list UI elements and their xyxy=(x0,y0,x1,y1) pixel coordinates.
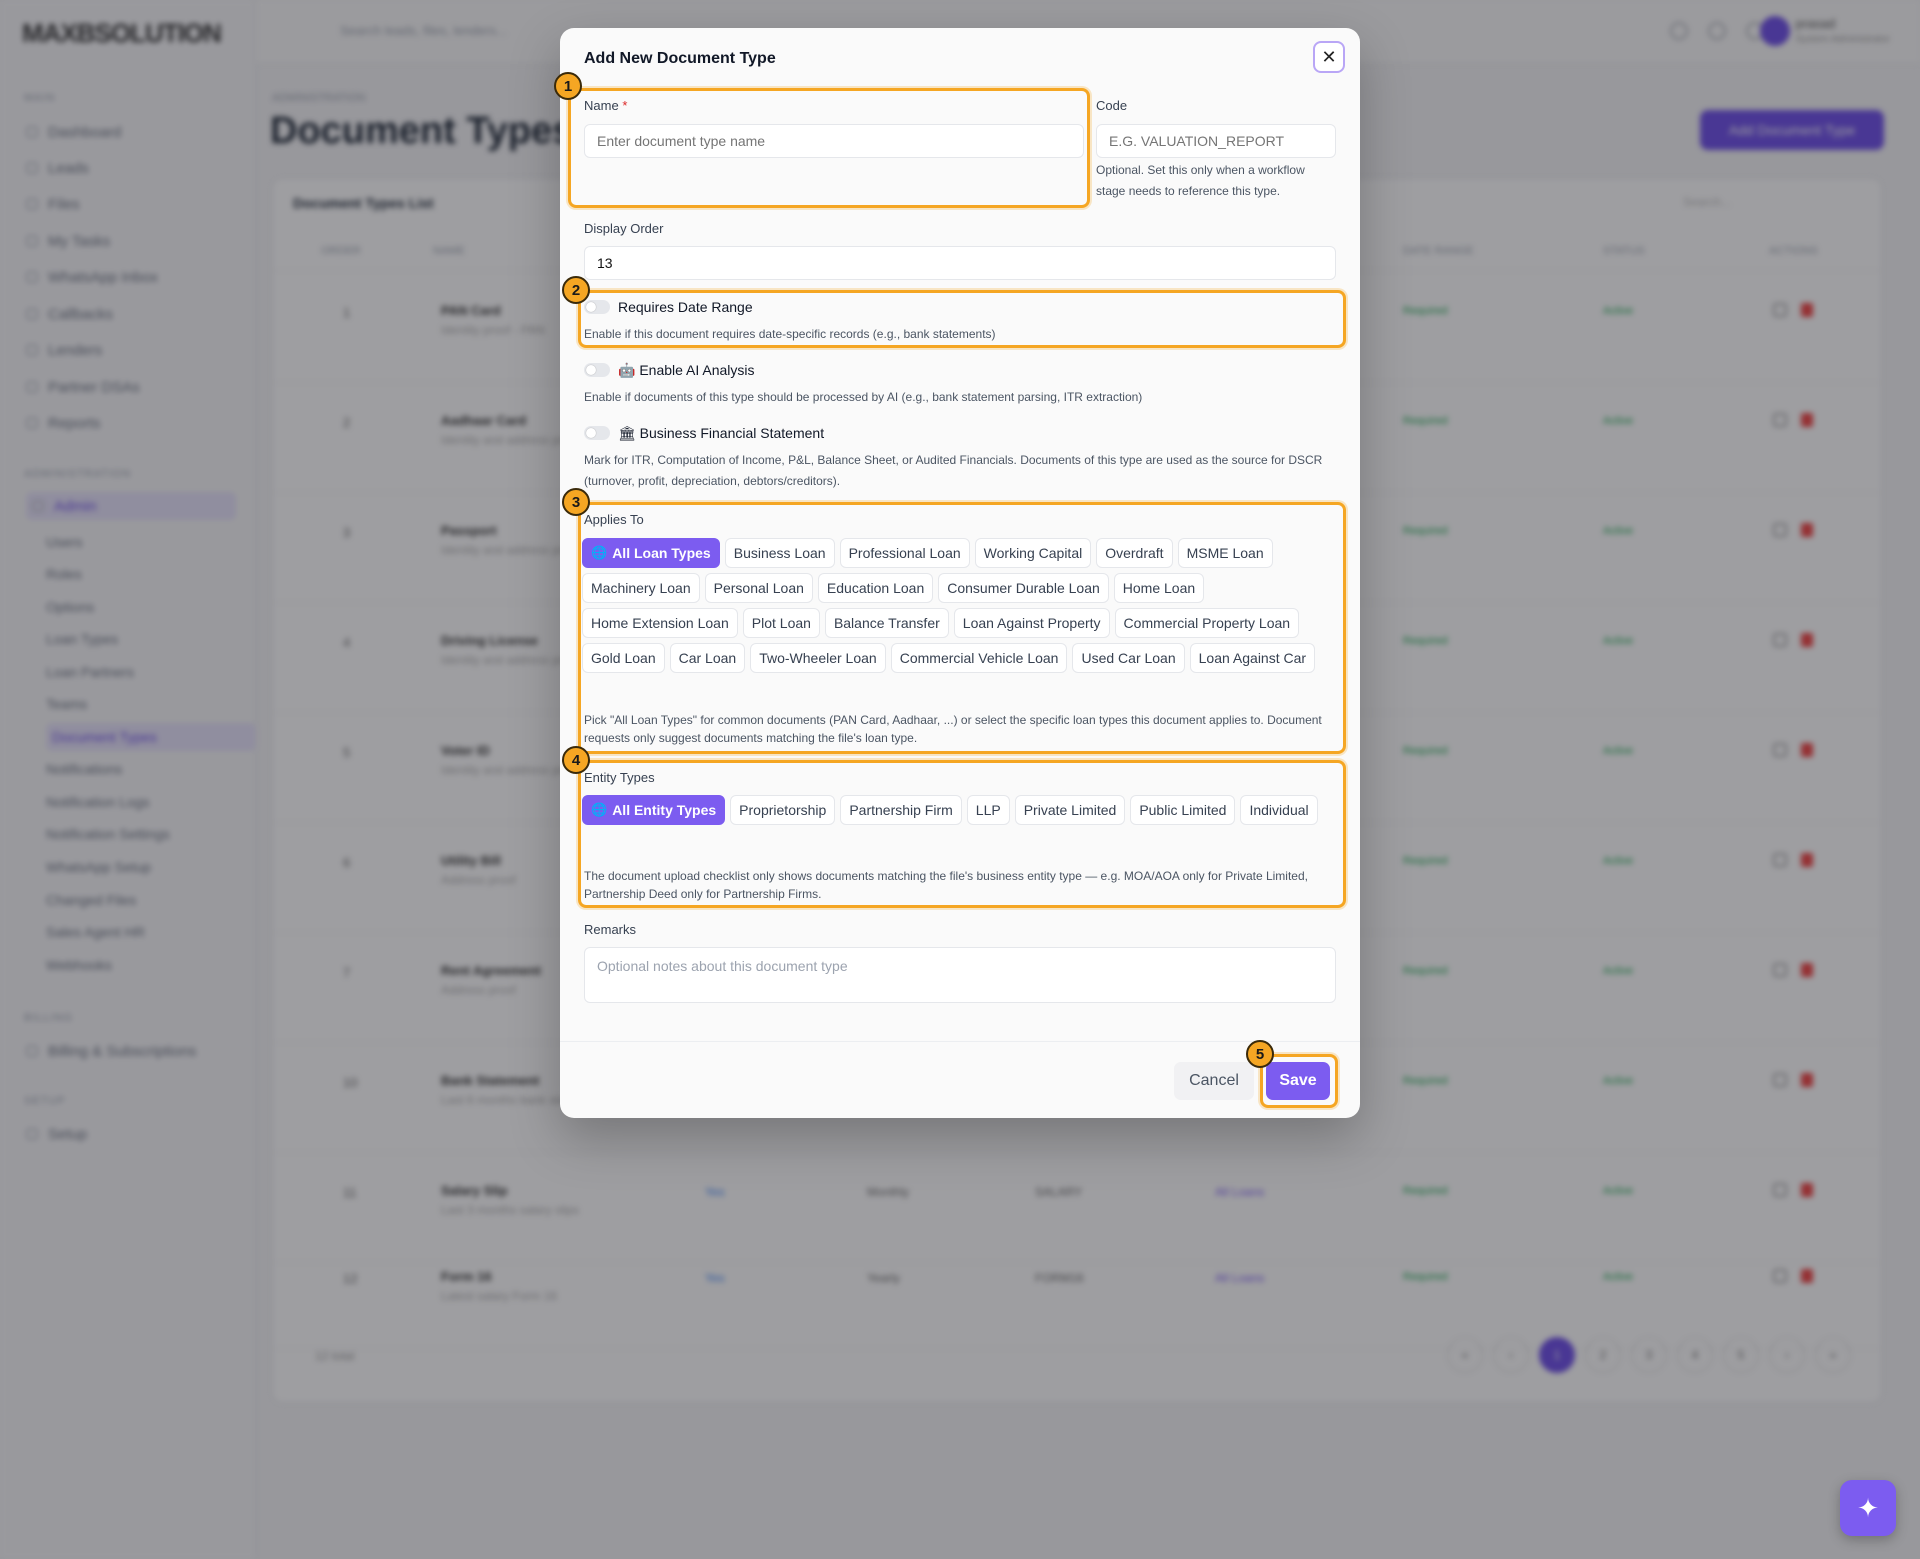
chip-home-loan[interactable]: Home Loan xyxy=(1113,573,1205,603)
enable-ai-label: 🤖 Enable AI Analysis xyxy=(618,362,755,378)
save-button[interactable]: Save xyxy=(1266,1062,1330,1100)
dialog-title: Add New Document Type xyxy=(584,50,776,67)
annotation-badge: 5 xyxy=(1246,1040,1274,1068)
applies-to-help: Pick "All Loan Types" for common documen… xyxy=(584,713,1322,745)
enable-ai-help: Enable if documents of this type should … xyxy=(584,390,1143,404)
requires-date-range-toggle[interactable] xyxy=(584,300,610,314)
chip-plot-loan[interactable]: Plot Loan xyxy=(742,608,820,638)
remarks-textarea[interactable]: Optional notes about this document type xyxy=(584,947,1336,1003)
chip-balance-transfer[interactable]: Balance Transfer xyxy=(824,608,949,638)
chip-private-limited[interactable]: Private Limited xyxy=(1014,795,1126,825)
entity-types-chips: 🌐 All Entity Types Proprietorship Partner… xyxy=(582,795,1342,825)
footer-divider xyxy=(560,1041,1360,1042)
remarks-label: Remarks xyxy=(584,922,637,937)
chip-consumer-durable-loan[interactable]: Consumer Durable Loan xyxy=(938,573,1109,603)
chip-public-limited[interactable]: Public Limited xyxy=(1130,795,1236,825)
chip-business-loan[interactable]: Business Loan xyxy=(724,538,835,568)
entity-types-help: The document upload checklist only shows… xyxy=(584,869,1308,901)
close-button[interactable]: ✕ xyxy=(1313,41,1345,73)
display-order-label: Display Order xyxy=(584,221,664,236)
display-order-input[interactable] xyxy=(584,246,1336,280)
chip-professional-loan[interactable]: Professional Loan xyxy=(839,538,970,568)
code-label: Code xyxy=(1096,98,1128,113)
chip-gold-loan[interactable]: Gold Loan xyxy=(582,643,665,673)
business-financial-help: Mark for ITR, Computation of Income, P&L… xyxy=(584,453,1323,488)
add-document-type-dialog: Add New Document Type ✕ Name * Code Opti… xyxy=(554,28,1360,1118)
globe-icon: 🌐 xyxy=(591,545,608,560)
annotation-badge: 1 xyxy=(554,72,582,100)
chip-partnership-firm[interactable]: Partnership Firm xyxy=(840,795,962,825)
sparkle-icon: ✦ xyxy=(1857,1492,1879,1523)
chip-car-loan[interactable]: Car Loan xyxy=(669,643,746,673)
annotation-badge: 3 xyxy=(562,488,590,516)
chip-home-extension-loan[interactable]: Home Extension Loan xyxy=(582,608,738,638)
chip-two-wheeler-loan[interactable]: Two-Wheeler Loan xyxy=(750,643,886,673)
requires-date-range-label: Requires Date Range xyxy=(618,299,753,315)
entity-types-label: Entity Types xyxy=(584,770,655,785)
chip-msme-loan[interactable]: MSME Loan xyxy=(1177,538,1273,568)
chip-loan-against-property[interactable]: Loan Against Property xyxy=(953,608,1110,638)
chip-all-loan-types[interactable]: 🌐 All Loan Types xyxy=(582,538,720,568)
applies-to-chips: 🌐 All Loan Types Business Loan Profession… xyxy=(582,538,1342,673)
required-mark: * xyxy=(622,98,628,113)
cancel-button[interactable]: Cancel xyxy=(1174,1062,1254,1100)
name-input[interactable] xyxy=(584,124,1084,158)
chip-used-car-loan[interactable]: Used Car Loan xyxy=(1072,643,1185,673)
name-label: Name * xyxy=(584,98,628,113)
chip-individual[interactable]: Individual xyxy=(1240,795,1318,825)
chip-working-capital[interactable]: Working Capital xyxy=(974,538,1092,568)
business-financial-label: 🏛 Business Financial Statement xyxy=(618,425,825,441)
globe-icon: 🌐 xyxy=(591,802,608,817)
chip-all-entity-types[interactable]: 🌐 All Entity Types xyxy=(582,795,726,825)
ai-assistant-button[interactable]: ✦ xyxy=(1840,1480,1896,1536)
annotation-badge: 2 xyxy=(562,276,590,304)
chip-loan-against-car[interactable]: Loan Against Car xyxy=(1189,643,1316,673)
code-input[interactable] xyxy=(1096,124,1336,158)
close-icon: ✕ xyxy=(1321,46,1337,67)
chip-commercial-property-loan[interactable]: Commercial Property Loan xyxy=(1114,608,1300,638)
annotation-badge: 4 xyxy=(562,746,590,774)
requires-date-range-help: Enable if this document requires date-sp… xyxy=(584,327,996,341)
code-help: Optional. Set this only when a workflow … xyxy=(1096,163,1305,198)
chip-commercial-vehicle-loan[interactable]: Commercial Vehicle Loan xyxy=(890,643,1068,673)
chip-llp[interactable]: LLP xyxy=(966,795,1010,825)
chip-personal-loan[interactable]: Personal Loan xyxy=(704,573,813,603)
chip-overdraft[interactable]: Overdraft xyxy=(1096,538,1173,568)
chip-education-loan[interactable]: Education Loan xyxy=(817,573,934,603)
business-financial-toggle[interactable] xyxy=(584,426,610,440)
chip-proprietorship[interactable]: Proprietorship xyxy=(730,795,836,825)
chip-machinery-loan[interactable]: Machinery Loan xyxy=(582,573,700,603)
applies-to-label: Applies To xyxy=(584,512,644,527)
enable-ai-toggle[interactable] xyxy=(584,363,610,377)
